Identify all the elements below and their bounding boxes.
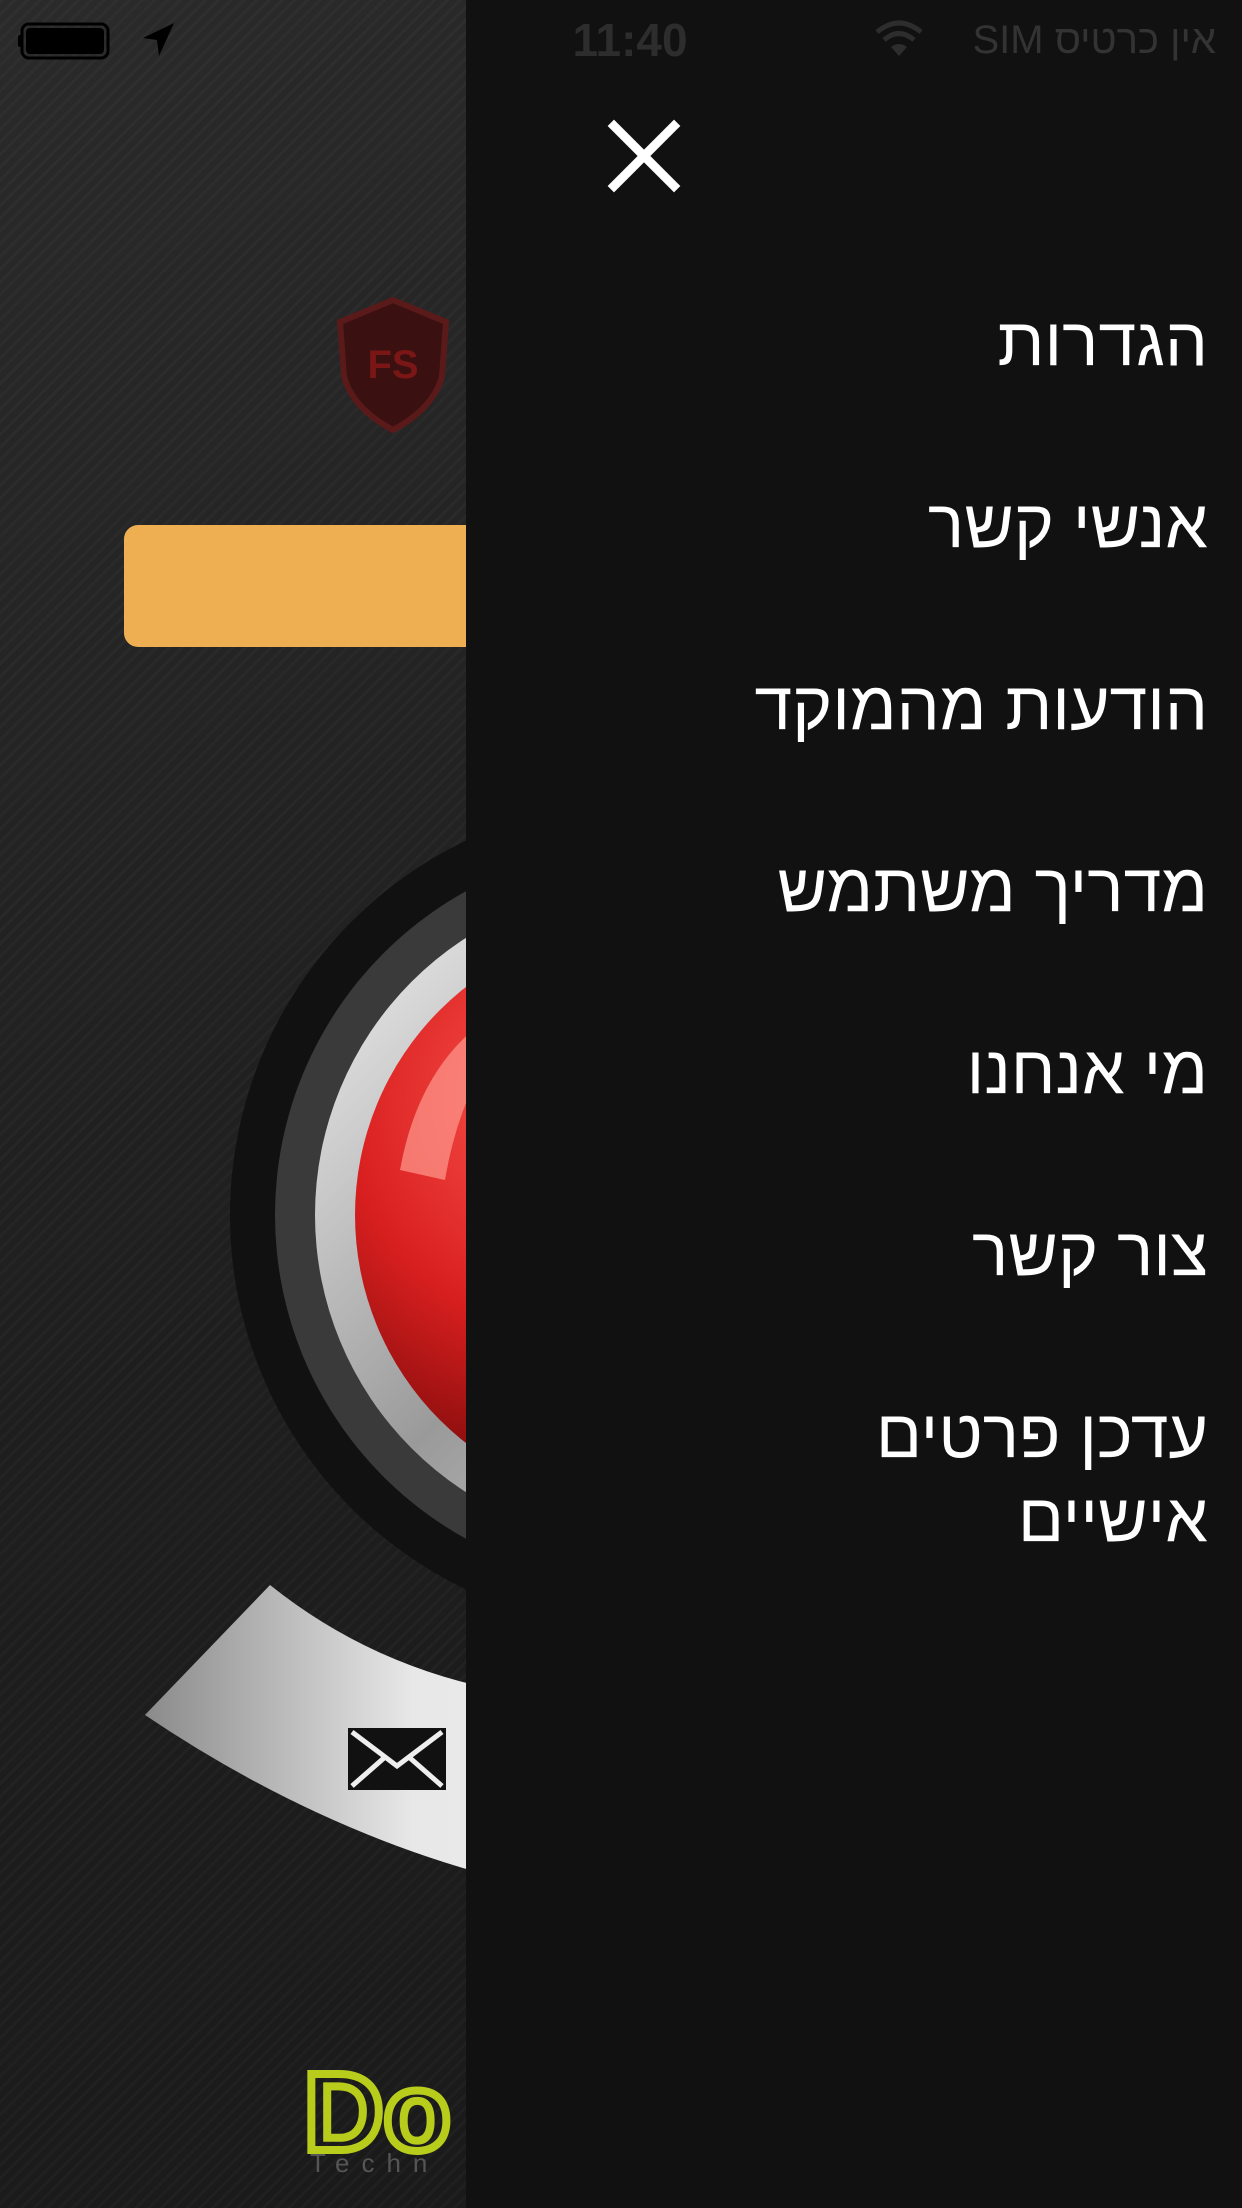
- status-carrier: אין כרטיס SIM: [972, 18, 1216, 62]
- drawer-status-bar: 11:40 אין כרטיס SIM: [466, 0, 1242, 80]
- battery-icon: [18, 22, 110, 60]
- menu-item-contact-us[interactable]: צור קשר: [508, 1210, 1208, 1294]
- menu-item-settings[interactable]: הגדרות: [508, 300, 1208, 384]
- shield-logo: FS: [336, 296, 450, 434]
- menu-item-contacts[interactable]: אנשי קשר: [508, 482, 1208, 566]
- location-arrow-icon: [143, 23, 174, 56]
- wifi-icon: [875, 20, 923, 56]
- side-drawer: 11:40 אין כרטיס SIM הגדרות אנשי קשר הודע…: [466, 0, 1242, 2208]
- close-icon[interactable]: [594, 106, 694, 206]
- svg-text:FS: FS: [367, 343, 418, 387]
- menu-item-update-personal-details[interactable]: עדכן פרטים אישיים: [778, 1392, 1208, 1560]
- menu-item-center-messages[interactable]: הודעות מהמוקד: [508, 664, 1208, 748]
- menu-item-user-guide[interactable]: מדריך משתמש: [508, 846, 1208, 930]
- drawer-menu: הגדרות אנשי קשר הודעות מהמוקד מדריך משתמ…: [508, 300, 1208, 1658]
- mail-icon[interactable]: [346, 1726, 448, 1792]
- company-tagline: Techn: [310, 2148, 440, 2178]
- status-time: 11:40: [572, 14, 688, 66]
- menu-item-about-us[interactable]: מי אנחנו: [508, 1028, 1208, 1112]
